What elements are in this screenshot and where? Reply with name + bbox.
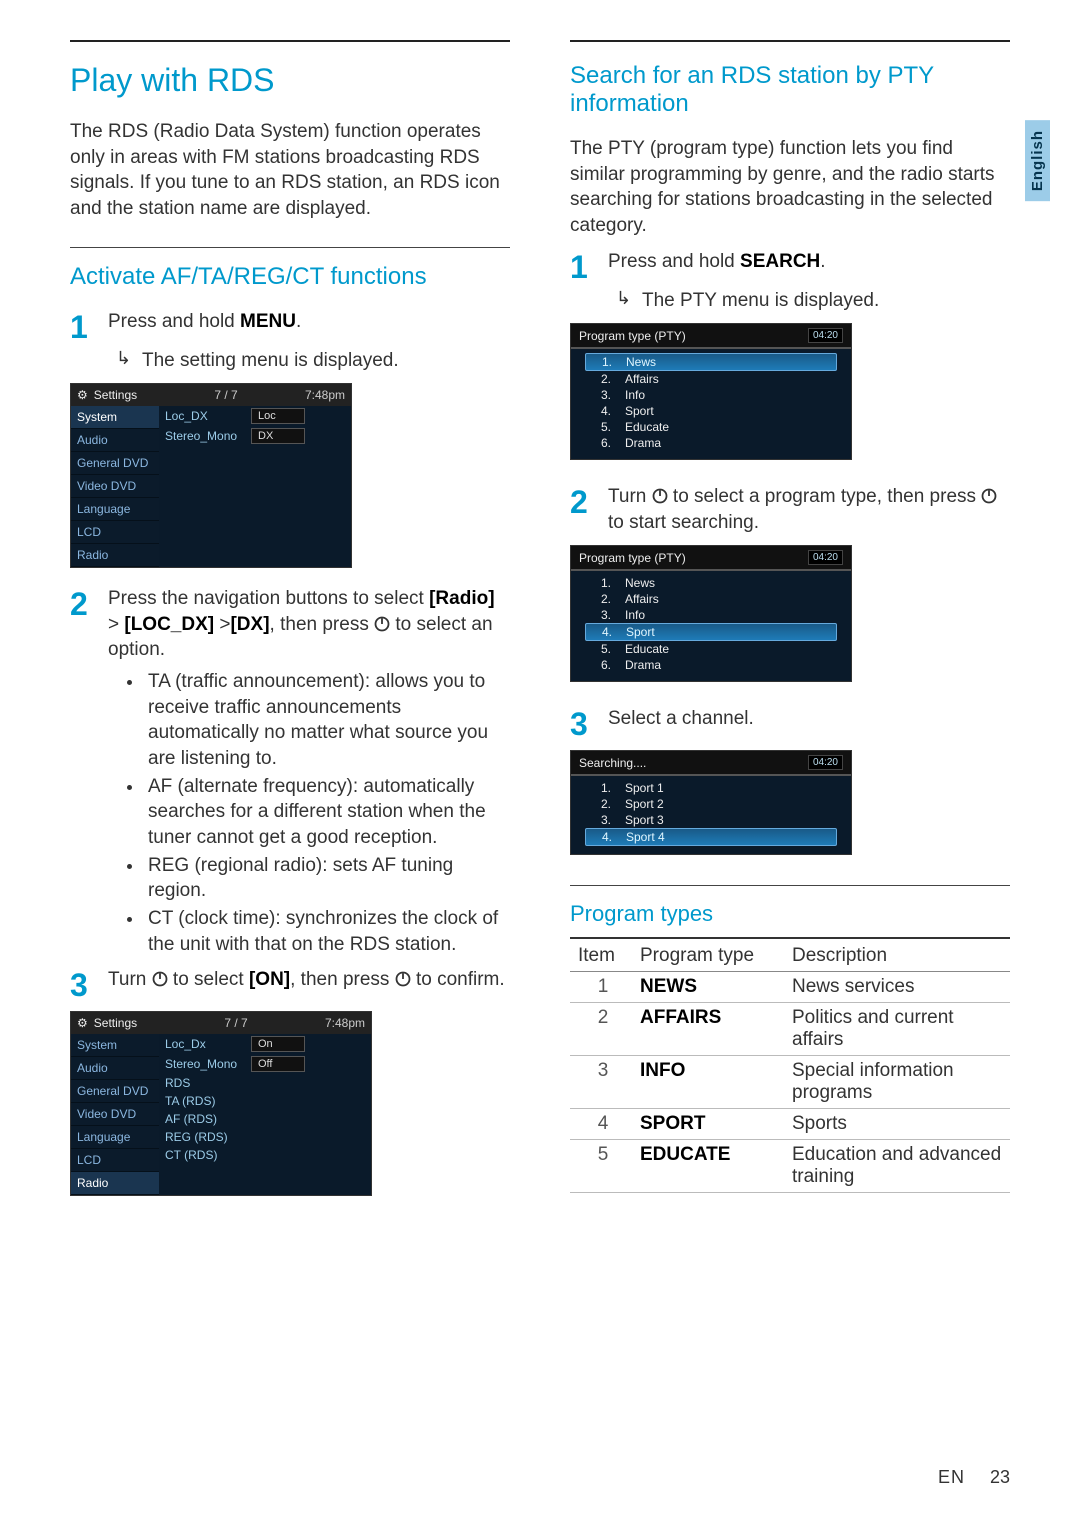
gear-icon: ⚙ bbox=[77, 1016, 88, 1030]
step-number: 1 bbox=[570, 249, 608, 283]
rotary-knob-icon bbox=[374, 616, 390, 632]
table-row: 3INFOSpecial information programs bbox=[570, 1056, 1010, 1109]
side-language-tab: English bbox=[1025, 120, 1050, 201]
bullet-af: AF (alternate frequency): automatically … bbox=[144, 774, 510, 851]
mock-sidebar: System Audio General DVD Video DVD Langu… bbox=[71, 406, 159, 567]
subsection-divider bbox=[570, 885, 1010, 886]
screenshot-pty-sport: Program type (PTY) 04:20 1.News 2.Affair… bbox=[570, 545, 852, 682]
footer-page: 23 bbox=[990, 1467, 1010, 1487]
step-number: 3 bbox=[70, 967, 108, 1001]
result-arrow-icon: ↳ bbox=[616, 288, 642, 309]
rotary-knob-icon bbox=[395, 971, 411, 987]
table-row: 4SPORTSports bbox=[570, 1109, 1010, 1140]
col-program-type: Program type bbox=[632, 938, 784, 972]
pty-intro: The PTY (program type) function lets you… bbox=[570, 136, 1010, 239]
screenshot-searching: Searching.... 04:20 1.Sport 1 2.Sport 2 … bbox=[570, 750, 852, 855]
screenshot-settings-locdx: ⚙ Settings 7 / 7 7:48pm System Audio Gen… bbox=[70, 383, 352, 568]
section-divider bbox=[570, 40, 1010, 42]
gear-icon: ⚙ bbox=[77, 388, 88, 402]
result-text: The PTY menu is displayed. bbox=[642, 288, 879, 314]
screenshot-settings-rds: ⚙ Settings 7 / 7 7:48pm System Audio Gen… bbox=[70, 1011, 372, 1196]
table-row: 2AFFAIRSPolitics and current affairs bbox=[570, 1003, 1010, 1056]
result-text: The setting menu is displayed. bbox=[142, 348, 399, 374]
subsection-divider bbox=[70, 247, 510, 248]
footer-lang: EN bbox=[938, 1467, 965, 1487]
col-item: Item bbox=[570, 938, 632, 972]
table-row: 1NEWSNews services bbox=[570, 972, 1010, 1003]
section-divider bbox=[70, 40, 510, 42]
step-text: Press and hold bbox=[108, 311, 240, 332]
page-footer: EN 23 bbox=[938, 1467, 1010, 1488]
col-description: Description bbox=[784, 938, 1010, 972]
bullet-reg: REG (regional radio): sets AF tuning reg… bbox=[144, 853, 510, 904]
step-number: 2 bbox=[70, 586, 108, 620]
rotary-knob-icon bbox=[652, 488, 668, 504]
table-row: 5EDUCATEEducation and advanced training bbox=[570, 1140, 1010, 1193]
program-types-table: Item Program type Description 1NEWSNews … bbox=[570, 937, 1010, 1193]
rotary-knob-icon bbox=[981, 488, 997, 504]
step-3: 3 Turn to select [ON], then press to con… bbox=[70, 967, 510, 1001]
bullet-ct: CT (clock time): synchronizes the clock … bbox=[144, 906, 510, 957]
left-column: Play with RDS The RDS (Radio Data System… bbox=[70, 40, 510, 1206]
menu-key: MENU bbox=[240, 311, 296, 332]
bullet-ta: TA (traffic announcement): allows you to… bbox=[144, 669, 510, 772]
step-2: 2 Press the navigation buttons to select… bbox=[70, 586, 510, 663]
step-2: 2 Turn to select a program type, then pr… bbox=[570, 484, 1010, 535]
step-1: 1 Press and hold MENU. bbox=[70, 309, 510, 343]
heading-play-with-rds: Play with RDS bbox=[70, 62, 510, 99]
right-column: Search for an RDS station by PTY informa… bbox=[570, 40, 1010, 1206]
step-number: 3 bbox=[570, 706, 608, 740]
heading-activate-functions: Activate AF/TA/REG/CT functions bbox=[70, 263, 510, 291]
step-1: 1 Press and hold SEARCH. bbox=[570, 249, 1010, 283]
result-arrow-icon: ↳ bbox=[116, 348, 142, 369]
heading-program-types: Program types bbox=[570, 901, 1010, 927]
step-number: 2 bbox=[570, 484, 608, 518]
heading-search-pty: Search for an RDS station by PTY informa… bbox=[570, 62, 1010, 118]
rotary-knob-icon bbox=[152, 971, 168, 987]
step-3: 3 Select a channel. bbox=[570, 706, 1010, 740]
intro-text: The RDS (Radio Data System) function ope… bbox=[70, 119, 510, 222]
step-number: 1 bbox=[70, 309, 108, 343]
screenshot-pty-news: Program type (PTY) 04:20 1.News 2.Affair… bbox=[570, 323, 852, 460]
